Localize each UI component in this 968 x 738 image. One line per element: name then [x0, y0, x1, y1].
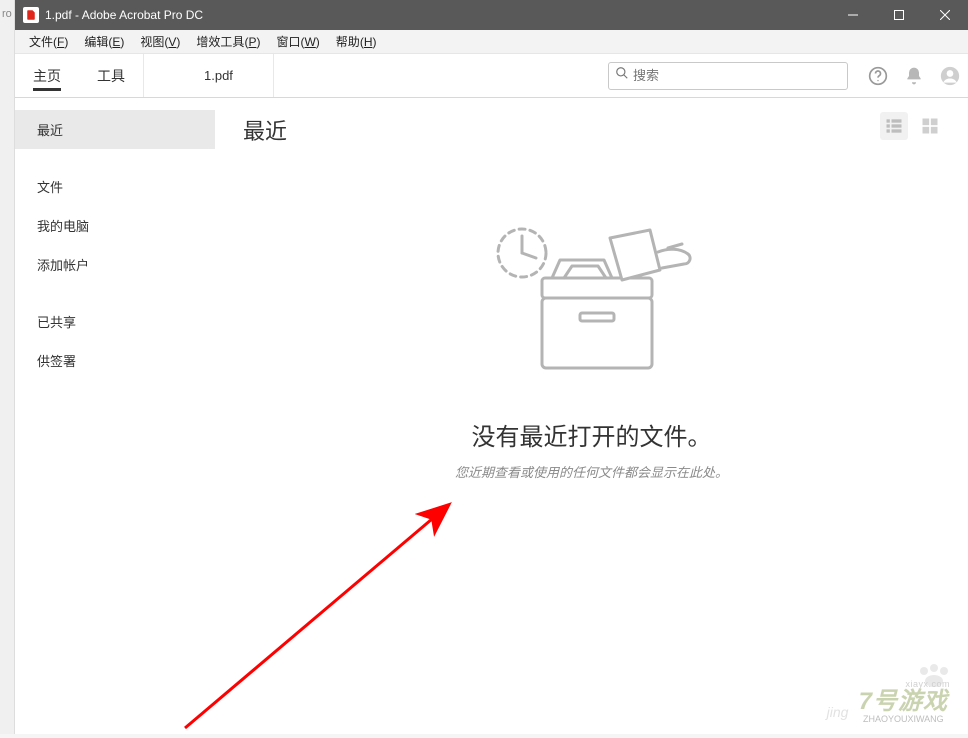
- menu-file[interactable]: 文件(F): [21, 30, 76, 53]
- help-button[interactable]: [860, 54, 896, 97]
- application-window: 1.pdf - Adobe Acrobat Pro DC 文件(F) 编辑(E)…: [15, 0, 968, 734]
- search-icon: [615, 66, 633, 85]
- menu-view[interactable]: 视图(V): [132, 30, 188, 53]
- document-tab[interactable]: 1.pdf: [143, 54, 274, 97]
- tab-home[interactable]: 主页: [15, 54, 79, 97]
- main-panel: 最近: [215, 98, 968, 734]
- maximize-button[interactable]: [876, 0, 922, 30]
- account-button[interactable]: [932, 54, 968, 97]
- sidebar-item-files[interactable]: 文件: [15, 167, 215, 206]
- content-area: 最近 文件 我的电脑 添加帐户 已共享 供签署 最近: [15, 98, 968, 734]
- tab-tools[interactable]: 工具: [79, 54, 143, 97]
- empty-state-subtitle: 您近期查看或使用的任何文件都会显示在此处。: [455, 462, 728, 481]
- sidebar-item-recent[interactable]: 最近: [15, 110, 215, 149]
- sidebar-item-for-signature[interactable]: 供签署: [15, 341, 215, 380]
- view-toggle-group: [880, 112, 944, 140]
- menu-window[interactable]: 窗口(W): [268, 30, 327, 53]
- close-button[interactable]: [922, 0, 968, 30]
- cropped-left-edge: ro: [0, 0, 15, 734]
- minimize-button[interactable]: [830, 0, 876, 30]
- menu-help[interactable]: 帮助(H): [328, 30, 385, 53]
- watermark: xiayx.com jing 7号游戏 ZHAOYOUXIWANG: [859, 681, 948, 724]
- search-input[interactable]: [633, 68, 841, 83]
- page-title: 最近: [243, 114, 940, 146]
- empty-state-illustration-icon: [482, 218, 702, 393]
- sidebar-item-shared[interactable]: 已共享: [15, 302, 215, 341]
- sidebar-item-add-account[interactable]: 添加帐户: [15, 245, 215, 284]
- empty-state: 没有最近打开的文件。 您近期查看或使用的任何文件都会显示在此处。: [215, 218, 968, 481]
- acrobat-app-icon: [23, 7, 39, 23]
- notifications-button[interactable]: [896, 54, 932, 97]
- list-view-button[interactable]: [880, 112, 908, 140]
- menu-bar: 文件(F) 编辑(E) 视图(V) 增效工具(P) 窗口(W) 帮助(H): [15, 30, 968, 54]
- window-title: 1.pdf - Adobe Acrobat Pro DC: [45, 8, 203, 22]
- menu-plugins[interactable]: 增效工具(P): [188, 30, 268, 53]
- sidebar: 最近 文件 我的电脑 添加帐户 已共享 供签署: [15, 98, 215, 734]
- sidebar-item-my-computer[interactable]: 我的电脑: [15, 206, 215, 245]
- search-box[interactable]: [608, 62, 848, 90]
- title-bar: 1.pdf - Adobe Acrobat Pro DC: [15, 0, 968, 30]
- grid-view-button[interactable]: [916, 112, 944, 140]
- empty-state-title: 没有最近打开的文件。: [472, 417, 712, 452]
- menu-edit[interactable]: 编辑(E): [76, 30, 132, 53]
- toolbar: 主页 工具 1.pdf: [15, 54, 968, 98]
